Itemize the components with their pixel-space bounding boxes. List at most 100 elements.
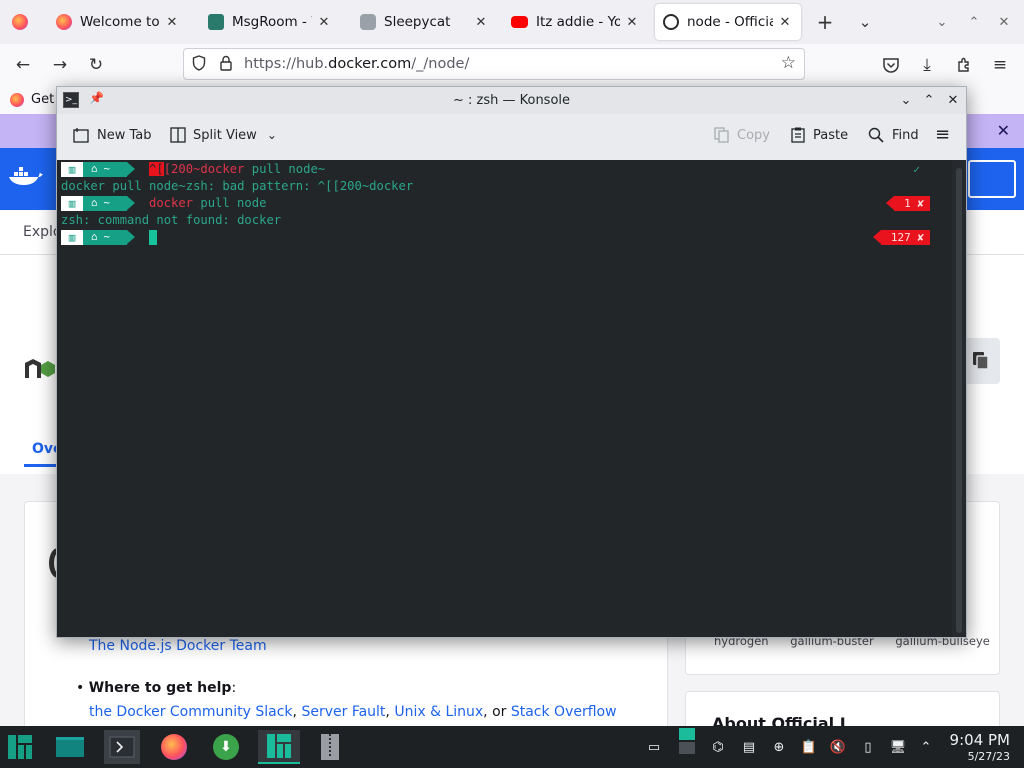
command-args: pull node~ — [244, 162, 326, 176]
updates-tray-icon[interactable]: ⊕ — [770, 738, 788, 756]
konsole-window: >_ 📌 ~ : zsh — Konsole ⌄ ⌃ ✕ New Tab Spl… — [56, 86, 967, 638]
konsole-titlebar[interactable]: >_ 📌 ~ : zsh — Konsole ⌄ ⌃ ✕ — [57, 87, 966, 114]
home-dir-segment: ⌂ ~ — [83, 162, 127, 177]
text-cursor — [149, 230, 157, 245]
minimize-icon[interactable]: ⌄ — [897, 91, 915, 109]
taskbar: ⬇ ▭ ⌬ ▤ ⊕ 📋 🔇 ▯ 🖥 ⌃ 9:04 PM 5/27/23 — [0, 726, 1024, 768]
search-box-edge[interactable] — [968, 160, 1016, 198]
close-tab-icon[interactable]: ✕ — [777, 15, 793, 30]
docker-whale-icon[interactable] — [8, 166, 44, 188]
usb-device-icon[interactable]: ▯ — [859, 738, 877, 756]
forward-arrow-icon[interactable]: → — [47, 53, 73, 77]
pocket-icon[interactable] — [878, 53, 904, 77]
tab-youtube[interactable]: Itz addie - YouT ✕ — [503, 4, 648, 40]
paste-button[interactable]: Paste — [791, 127, 848, 143]
bookmark-get-started[interactable]: Get — [10, 92, 54, 107]
command-line-1: ^[[200~docker pull node~ — [149, 161, 325, 178]
manjaro-settings-icon[interactable] — [258, 730, 300, 764]
cat-icon — [360, 14, 376, 30]
back-arrow-icon[interactable]: ← — [10, 53, 36, 77]
tab-msgroom[interactable]: MsgRoom - Wi ✕ — [200, 4, 340, 40]
pager-icon[interactable] — [678, 728, 696, 754]
manjaro-icon: ▥ — [61, 162, 83, 177]
firefox-view-icon[interactable] — [8, 10, 32, 34]
archive-manager-icon[interactable] — [312, 730, 348, 764]
application-launcher-icon[interactable] — [2, 730, 38, 764]
split-view-label: Split View — [193, 127, 257, 143]
new-tab-button[interactable]: New Tab — [73, 127, 152, 143]
slack-link[interactable]: the Docker Community Slack — [89, 704, 293, 720]
new-tab-icon[interactable]: + — [813, 10, 837, 34]
volume-muted-icon[interactable]: 🔇 — [829, 738, 847, 756]
docker-favicon-icon — [663, 14, 679, 30]
prompt-segment: ▥ ⌂ ~ — [61, 162, 135, 177]
close-tab-icon[interactable]: ✕ — [624, 15, 640, 30]
expand-tray-chevron-icon[interactable]: ⌃ — [917, 738, 935, 756]
hamburger-menu-icon[interactable]: ≡ — [935, 124, 950, 145]
close-tab-icon[interactable]: ✕ — [473, 15, 489, 30]
reload-icon[interactable]: ↻ — [83, 53, 109, 77]
home-dir-segment: ⌂ ~ — [83, 196, 127, 211]
manjaro-icon: ▥ — [61, 196, 83, 211]
help-colon: : — [231, 680, 237, 696]
chevron-down-icon: ⌄ — [266, 128, 277, 142]
close-tab-icon[interactable]: ✕ — [164, 15, 180, 30]
stackoverflow-link[interactable]: Stack Overflow — [511, 704, 617, 720]
scrollbar-track — [952, 160, 966, 637]
maintainer-link[interactable]: The Node.js Docker Team — [89, 638, 267, 654]
bookmark-star-icon[interactable]: ☆ — [781, 53, 796, 73]
powerline-arrow — [127, 196, 135, 210]
banner-close-icon[interactable]: ✕ — [997, 121, 1010, 140]
prompt-segment: ▥ ⌂ ~ — [61, 230, 135, 245]
list-tabs-chevron-icon[interactable]: ⌄ — [853, 10, 877, 34]
extensions-icon[interactable] — [951, 53, 977, 77]
status-ok-icon: ✓ — [913, 163, 920, 176]
firefox-task-icon[interactable] — [156, 730, 192, 764]
clock-time: 9:04 PM — [949, 731, 1010, 749]
find-button[interactable]: Find — [868, 127, 919, 143]
close-icon[interactable]: ✕ — [944, 91, 962, 109]
exit-status-badge: 127 ✘ — [872, 230, 930, 245]
new-tab-icon — [73, 128, 89, 143]
minimize-chevron-icon[interactable]: ⌄ — [930, 10, 954, 34]
paste-icon — [791, 127, 805, 143]
serverfault-link[interactable]: Server Fault — [301, 704, 385, 720]
copy-button[interactable]: Copy — [714, 127, 770, 143]
konsole-toolbar: New Tab Split View ⌄ Copy Paste Find ≡ — [57, 114, 966, 160]
window-close-icon[interactable]: ✕ — [992, 10, 1016, 34]
terminal-area[interactable]: ▥ ⌂ ~ ^[[200~docker pull node~ ✓ docker … — [57, 160, 966, 637]
firefox-icon — [56, 14, 72, 30]
downloads-icon[interactable]: ⤓ — [914, 53, 940, 77]
show-desktop-icon[interactable]: ▭ — [645, 738, 663, 756]
app-menu-icon[interactable]: ≡ — [987, 53, 1013, 77]
maximize-chevron-icon[interactable]: ⌃ — [962, 10, 986, 34]
konsole-task-icon[interactable] — [104, 730, 140, 764]
address-bar[interactable]: https://hub.docker.com/_/node/ ☆ — [183, 48, 805, 80]
tab-sleepycat[interactable]: Sleepycat ✕ — [352, 4, 497, 40]
exit-status-badge: 1 ✘ — [886, 196, 930, 211]
copy-pull-command-button[interactable] — [962, 338, 1000, 384]
unix-linux-link[interactable]: Unix & Linux — [394, 704, 483, 720]
digital-clock[interactable]: 9:04 PM 5/27/23 — [950, 731, 1010, 763]
file-manager-icon[interactable] — [52, 730, 88, 764]
update-manager-icon[interactable]: ⬇ — [208, 730, 244, 764]
tab-welcome[interactable]: Welcome to Fir ✕ — [48, 4, 188, 40]
network-icon[interactable]: 🖥 — [889, 738, 907, 756]
search-icon — [868, 127, 884, 143]
tab-node-official[interactable]: node - Official I ✕ — [655, 4, 801, 40]
scrollbar-handle[interactable] — [956, 168, 962, 633]
separator: , — [385, 704, 395, 720]
about-heading: About Official I — [712, 714, 846, 726]
output-line-not-found: zsh: command not found: docker — [61, 213, 282, 227]
tracking-shield-icon[interactable] — [192, 55, 206, 75]
command-red: docker — [149, 196, 194, 210]
split-view-button[interactable]: Split View ⌄ — [170, 127, 277, 143]
lock-icon[interactable] — [220, 55, 232, 75]
maximize-icon[interactable]: ⌃ — [920, 91, 938, 109]
clipboard-icon[interactable]: 📋 — [800, 738, 818, 756]
close-tab-icon[interactable]: ✕ — [316, 15, 332, 30]
tab-title: Welcome to Fir — [80, 14, 160, 30]
kde-connect-icon[interactable]: ⌬ — [709, 738, 727, 756]
url-text: https://hub.docker.com/_/node/ — [244, 56, 470, 72]
clipboard-settings-icon[interactable]: ▤ — [740, 738, 758, 756]
